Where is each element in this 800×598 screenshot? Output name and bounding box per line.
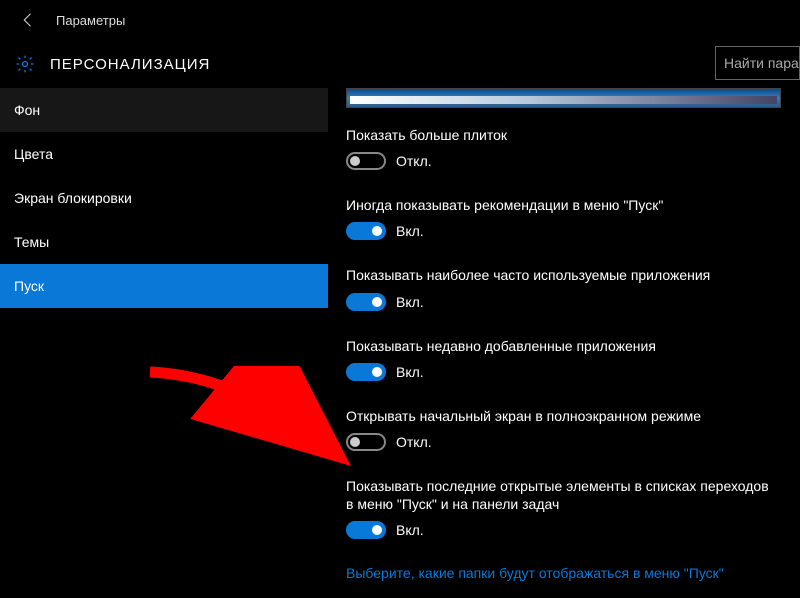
window-header: Параметры xyxy=(0,0,800,40)
sidebar-item-background[interactable]: Фон xyxy=(0,88,328,132)
toggle-state: Откл. xyxy=(396,153,432,169)
setting-more-tiles: Показать больше плиток Откл. xyxy=(346,126,800,170)
sidebar-item-label: Темы xyxy=(14,234,49,250)
setting-label: Открывать начальный экран в полноэкранно… xyxy=(346,407,776,425)
gear-icon xyxy=(14,53,36,75)
sidebar-item-label: Фон xyxy=(14,102,40,118)
toggle-state: Вкл. xyxy=(396,364,424,380)
sidebar-item-label: Цвета xyxy=(14,146,53,162)
sidebar-item-themes[interactable]: Темы xyxy=(0,220,328,264)
setting-label: Показывать недавно добавленные приложени… xyxy=(346,337,776,355)
sidebar-item-start[interactable]: Пуск xyxy=(0,264,328,308)
setting-suggestions: Иногда показывать рекомендации в меню "П… xyxy=(346,196,800,240)
sidebar-item-label: Экран блокировки xyxy=(14,190,132,206)
toggle-more-tiles[interactable] xyxy=(346,152,386,170)
setting-fullscreen-start: Открывать начальный экран в полноэкранно… xyxy=(346,407,800,451)
search-placeholder: Найти параметр xyxy=(724,55,800,71)
setting-jumplists: Показывать последние открытые элементы в… xyxy=(346,477,800,539)
sidebar-item-lockscreen[interactable]: Экран блокировки xyxy=(0,176,328,220)
setting-label: Показать больше плиток xyxy=(346,126,776,144)
back-button[interactable] xyxy=(8,0,48,40)
setting-label: Показывать последние открытые элементы в… xyxy=(346,477,776,513)
toggle-fullscreen-start[interactable] xyxy=(346,433,386,451)
toggle-jumplists[interactable] xyxy=(346,521,386,539)
content-pane: Показать больше плиток Откл. Иногда пока… xyxy=(328,88,800,598)
toggle-suggestions[interactable] xyxy=(346,222,386,240)
setting-recently-added: Показывать недавно добавленные приложени… xyxy=(346,337,800,381)
page-title: ПЕРСОНАЛИЗАЦИЯ xyxy=(50,56,210,73)
title-bar: ПЕРСОНАЛИЗАЦИЯ Найти параметр xyxy=(0,40,800,88)
setting-label: Показывать наиболее часто используемые п… xyxy=(346,266,776,284)
setting-most-used: Показывать наиболее часто используемые п… xyxy=(346,266,800,310)
setting-label: Иногда показывать рекомендации в меню "П… xyxy=(346,196,776,214)
toggle-state: Откл. xyxy=(396,434,432,450)
sidebar: Фон Цвета Экран блокировки Темы Пуск xyxy=(0,88,328,598)
toggle-state: Вкл. xyxy=(396,223,424,239)
start-preview-image xyxy=(346,88,781,108)
breadcrumb: Параметры xyxy=(48,13,125,28)
toggle-state: Вкл. xyxy=(396,294,424,310)
sidebar-item-label: Пуск xyxy=(14,278,44,294)
toggle-recently-added[interactable] xyxy=(346,363,386,381)
search-input[interactable]: Найти параметр xyxy=(715,46,800,80)
annotation-arrow xyxy=(142,366,352,466)
choose-folders-link[interactable]: Выберите, какие папки будут отображаться… xyxy=(346,565,800,581)
toggle-most-used[interactable] xyxy=(346,293,386,311)
sidebar-item-colors[interactable]: Цвета xyxy=(0,132,328,176)
toggle-state: Вкл. xyxy=(396,522,424,538)
